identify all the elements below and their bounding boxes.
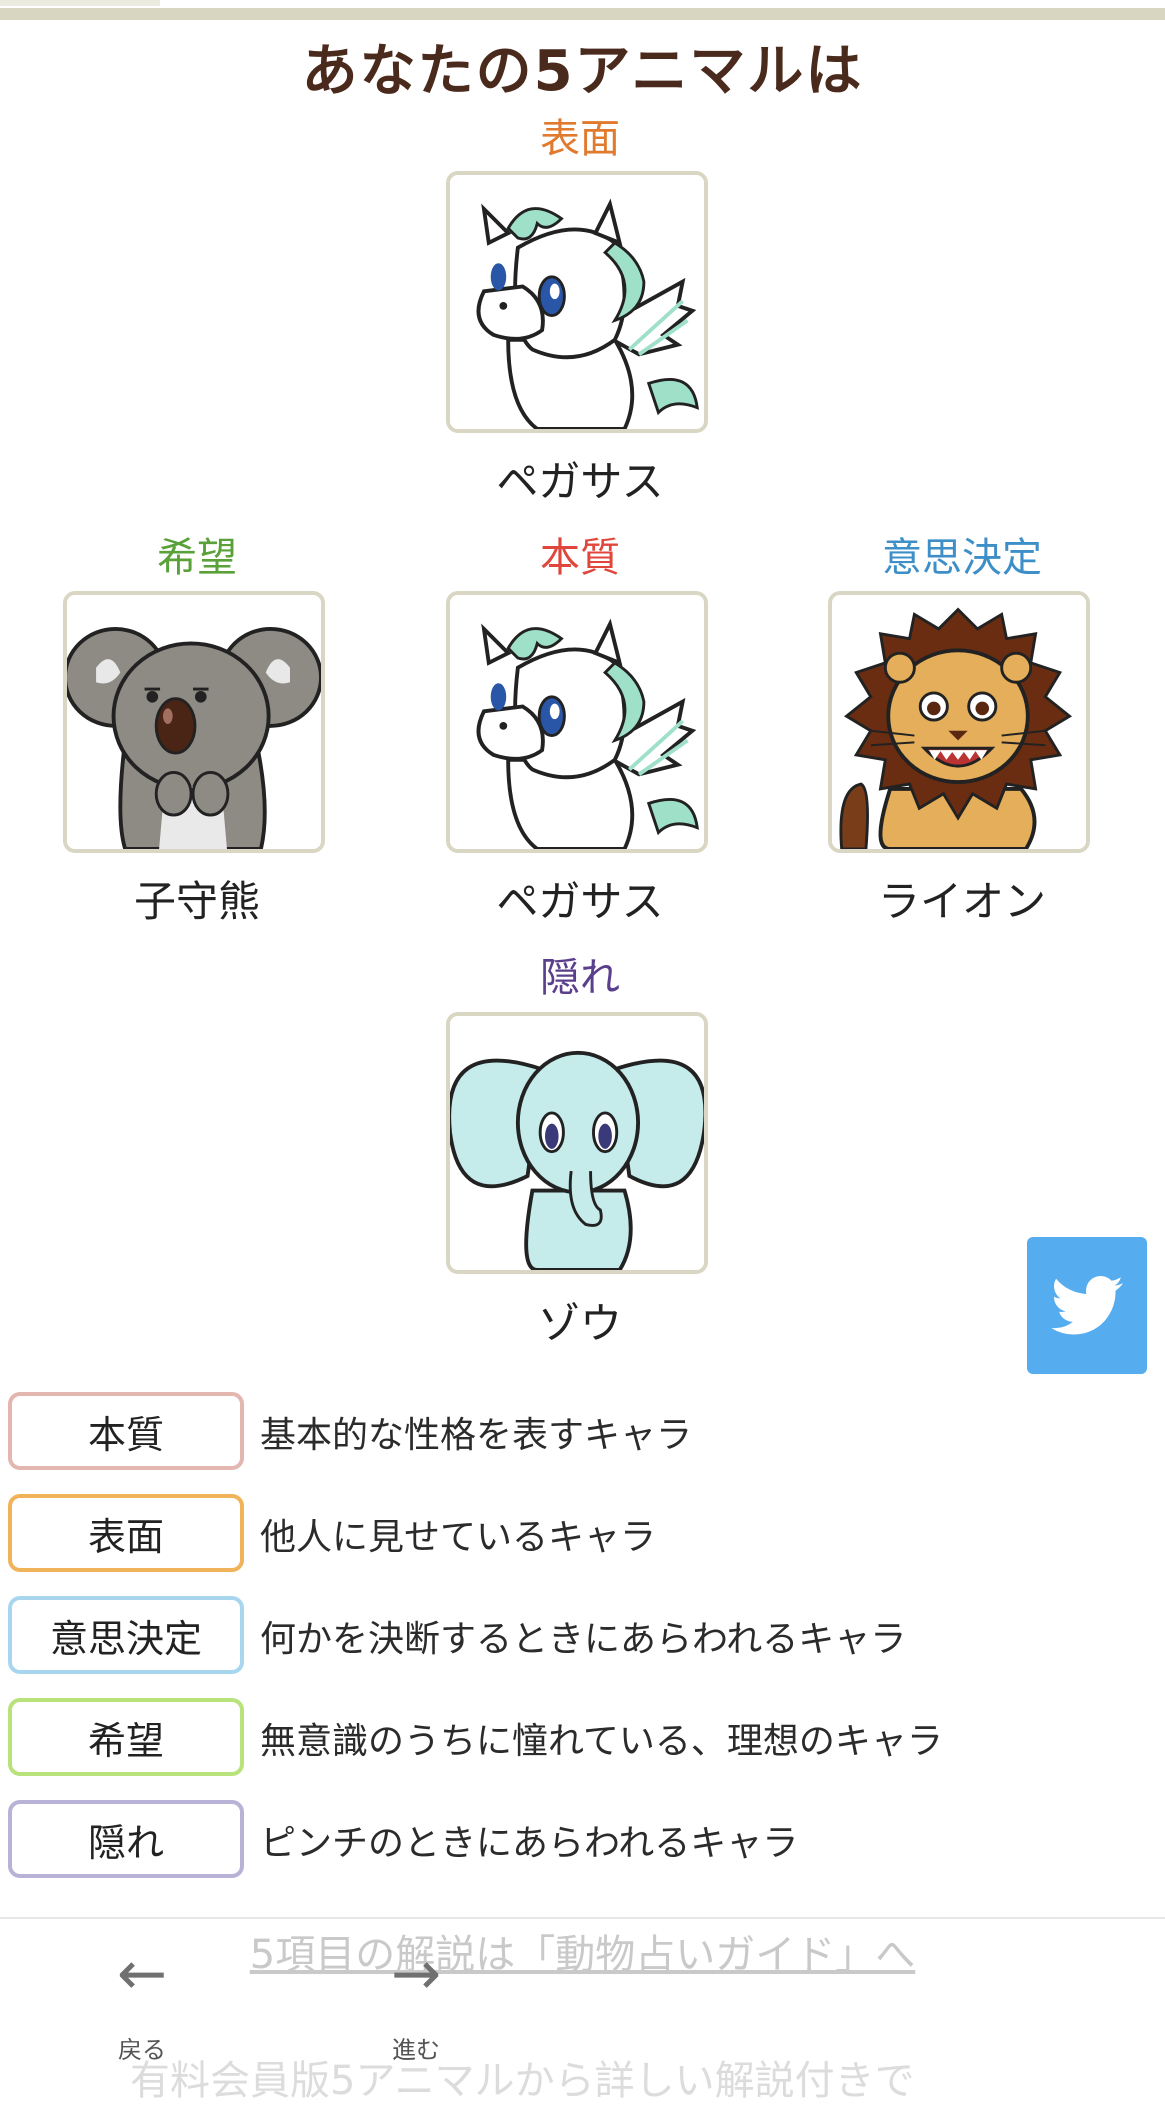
legend-description: 他人に見せているキャラ: [260, 1517, 657, 1558]
legend-description: 基本的な性格を表すキャラ: [260, 1415, 693, 1456]
legend-label: 意思決定: [8, 1596, 244, 1674]
legend-label: 隠れ: [8, 1800, 244, 1878]
koala-illustration: [67, 595, 321, 849]
elephant-illustration: [450, 1016, 704, 1270]
pegasus-illustration: [450, 595, 704, 849]
label-hope: 希望: [157, 535, 237, 581]
legend-row-surface: 表面 他人に見せているキャラ: [8, 1494, 1158, 1578]
twitter-icon: [1051, 1275, 1123, 1334]
card-essence[interactable]: [446, 591, 708, 853]
animal-name-decision: ライオン: [877, 877, 1046, 926]
card-decision[interactable]: [828, 591, 1090, 853]
top-strip: [0, 8, 1165, 20]
pegasus-illustration: [450, 175, 704, 429]
label-surface: 表面: [540, 116, 620, 162]
legend-label: 本質: [8, 1392, 244, 1470]
legend-description: 無意識のうちに憧れている、理想のキャラ: [260, 1721, 943, 1762]
arrow-left-icon: ←: [116, 1939, 168, 2009]
lion-illustration: [832, 595, 1086, 849]
legend-description: 何かを決断するときにあらわれるキャラ: [260, 1619, 907, 1660]
legend-label: 表面: [8, 1494, 244, 1572]
divider: [0, 1917, 1165, 1919]
label-decision: 意思決定: [882, 535, 1042, 581]
card-hidden[interactable]: [446, 1012, 708, 1274]
legend-description: ピンチのときにあらわれるキャラ: [260, 1823, 799, 1864]
card-hope[interactable]: [63, 591, 325, 853]
top-tab: [0, 0, 160, 6]
legend-row-essence: 本質 基本的な性格を表すキャラ: [8, 1392, 1158, 1476]
legend-row-decision: 意思決定 何かを決断するときにあらわれるキャラ: [8, 1596, 1158, 1680]
animal-name-hidden: ゾウ: [537, 1299, 622, 1348]
arrow-right-icon: →: [390, 1939, 442, 2009]
label-hidden: 隠れ: [540, 955, 620, 1001]
legend-row-hidden: 隠れ ピンチのときにあらわれるキャラ: [8, 1800, 1158, 1884]
animal-name-essence: ペガサス: [496, 877, 664, 926]
forward-button[interactable]: → 進む: [356, 1944, 476, 2065]
cut-off-banner-text: 有料会員版5アニマルから詳しい解説付きで: [130, 2058, 915, 2104]
page-title: あなたの5アニマルは: [301, 39, 864, 104]
back-button[interactable]: ← 戻る: [82, 1944, 202, 2065]
card-surface[interactable]: [446, 171, 708, 433]
animal-name-surface: ペガサス: [496, 457, 664, 506]
twitter-share-button[interactable]: [1027, 1237, 1147, 1374]
legend-row-hope: 希望 無意識のうちに憧れている、理想のキャラ: [8, 1698, 1158, 1782]
animal-name-hope: 子守熊: [133, 877, 260, 926]
top-bar: [0, 0, 1165, 20]
label-essence: 本質: [540, 535, 620, 581]
legend-label: 希望: [8, 1698, 244, 1776]
